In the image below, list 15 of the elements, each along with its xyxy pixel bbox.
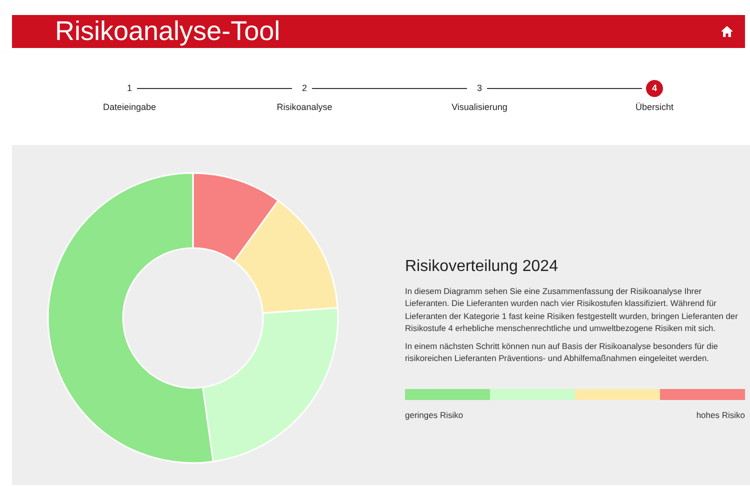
step-number[interactable]: 4 [646, 80, 663, 97]
app-title: Risikoanalyse-Tool [55, 18, 280, 45]
step-label: Dateieingabe [102, 101, 156, 114]
step-label: Visualisierung [452, 101, 508, 114]
summary-paragraph: In diesem Diagramm sehen Sie eine Zusammenfassung der Risikoanalyse Ihrer Lieferanten. Die Lieferanten wurden nach vier Risikostufen klassifiziert. Während für Lieferanten der Kategorie 1 fast keine Risiken festgestellt wurden, bringen Lieferanten der Risikostufe 4 erhebliche menschenrechtliche und umweltbezogene Risiken mit sich. [405, 284, 739, 334]
step-label: Risikoanalyse [276, 101, 332, 114]
legend-low-label: geringes Risiko [405, 408, 464, 422]
step-number[interactable]: 3 [471, 80, 488, 97]
step-number[interactable]: 1 [121, 80, 138, 97]
step-label: Übersicht [635, 101, 674, 114]
summary-title: Risikoverteilung 2024 [405, 256, 559, 276]
step-number[interactable]: 2 [296, 80, 313, 97]
legend-high-label: hohes Risiko [696, 408, 745, 422]
summary-paragraph: In einem nächsten Schritt können nun auf Basis der Risikoanalyse besonders für die risikoreichen Lieferanten Präventions- und Abhilfemaßnahmen eingeleitet werden. [405, 340, 719, 364]
home-icon[interactable] [721, 26, 733, 37]
